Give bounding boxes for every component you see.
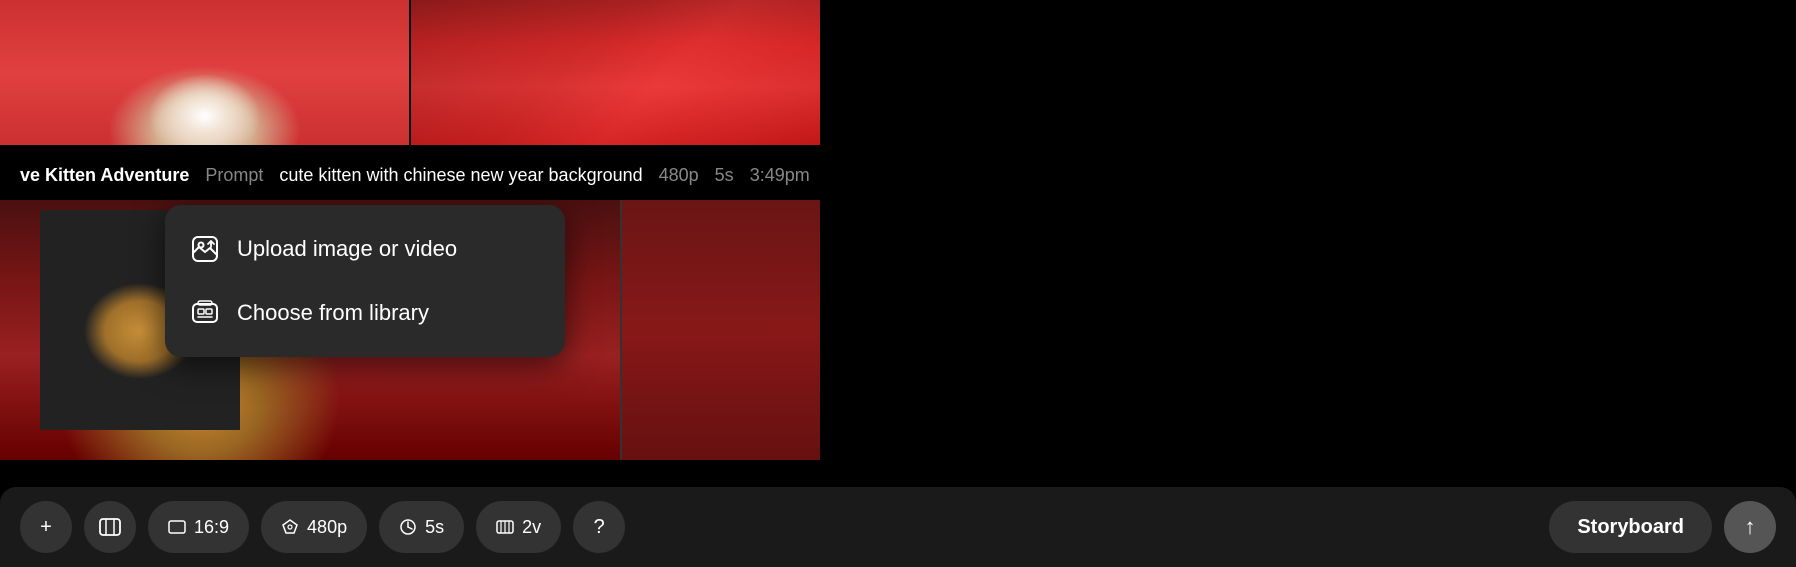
info-bar: ve Kitten Adventure Prompt cute kitten w… [0, 150, 1796, 200]
storyboard-label: Storyboard [1577, 516, 1684, 539]
duration-badge: 5s [715, 165, 734, 186]
choose-library-item[interactable]: Choose from library [165, 281, 565, 345]
image-panel-2 [411, 0, 820, 145]
image-panel-1 [0, 0, 409, 145]
storyboard-icon-button[interactable] [84, 501, 136, 553]
add-button[interactable]: + [20, 501, 72, 553]
library-icon [189, 297, 221, 329]
duration-label: 5s [425, 517, 444, 538]
main-right-image [620, 200, 820, 460]
upload-label: Upload image or video [237, 236, 457, 262]
resolution-label: 480p [307, 517, 347, 538]
bottom-toolbar: + 16:9 480p 5s [0, 487, 1796, 567]
cat-image-1 [0, 0, 409, 145]
storyboard-button[interactable]: Storyboard [1549, 501, 1712, 553]
upload-dropdown-menu: Upload image or video Choose from librar… [165, 205, 565, 357]
prompt-text: cute kitten with chinese new year backgr… [279, 165, 642, 186]
video-title: ve Kitten Adventure [20, 165, 189, 186]
resolution-badge: 480p [659, 165, 699, 186]
upload-icon [189, 233, 221, 265]
aspect-ratio-button[interactable]: 16:9 [148, 501, 249, 553]
duration-button[interactable]: 5s [379, 501, 464, 553]
time-badge: 3:49pm [750, 165, 810, 186]
submit-arrow-icon: ↑ [1745, 514, 1756, 540]
version-button[interactable]: 2v [476, 501, 561, 553]
version-label: 2v [522, 517, 541, 538]
upload-image-video-item[interactable]: Upload image or video [165, 217, 565, 281]
help-button[interactable]: ? [573, 501, 625, 553]
library-label: Choose from library [237, 300, 429, 326]
aspect-ratio-label: 16:9 [194, 517, 229, 538]
help-label: ? [594, 516, 605, 539]
chinese-image [411, 0, 820, 145]
right-panel [820, 0, 1796, 487]
prompt-label: Prompt [205, 165, 263, 186]
submit-button[interactable]: ↑ [1724, 501, 1776, 553]
image-strip [0, 0, 820, 145]
resolution-button[interactable]: 480p [261, 501, 367, 553]
